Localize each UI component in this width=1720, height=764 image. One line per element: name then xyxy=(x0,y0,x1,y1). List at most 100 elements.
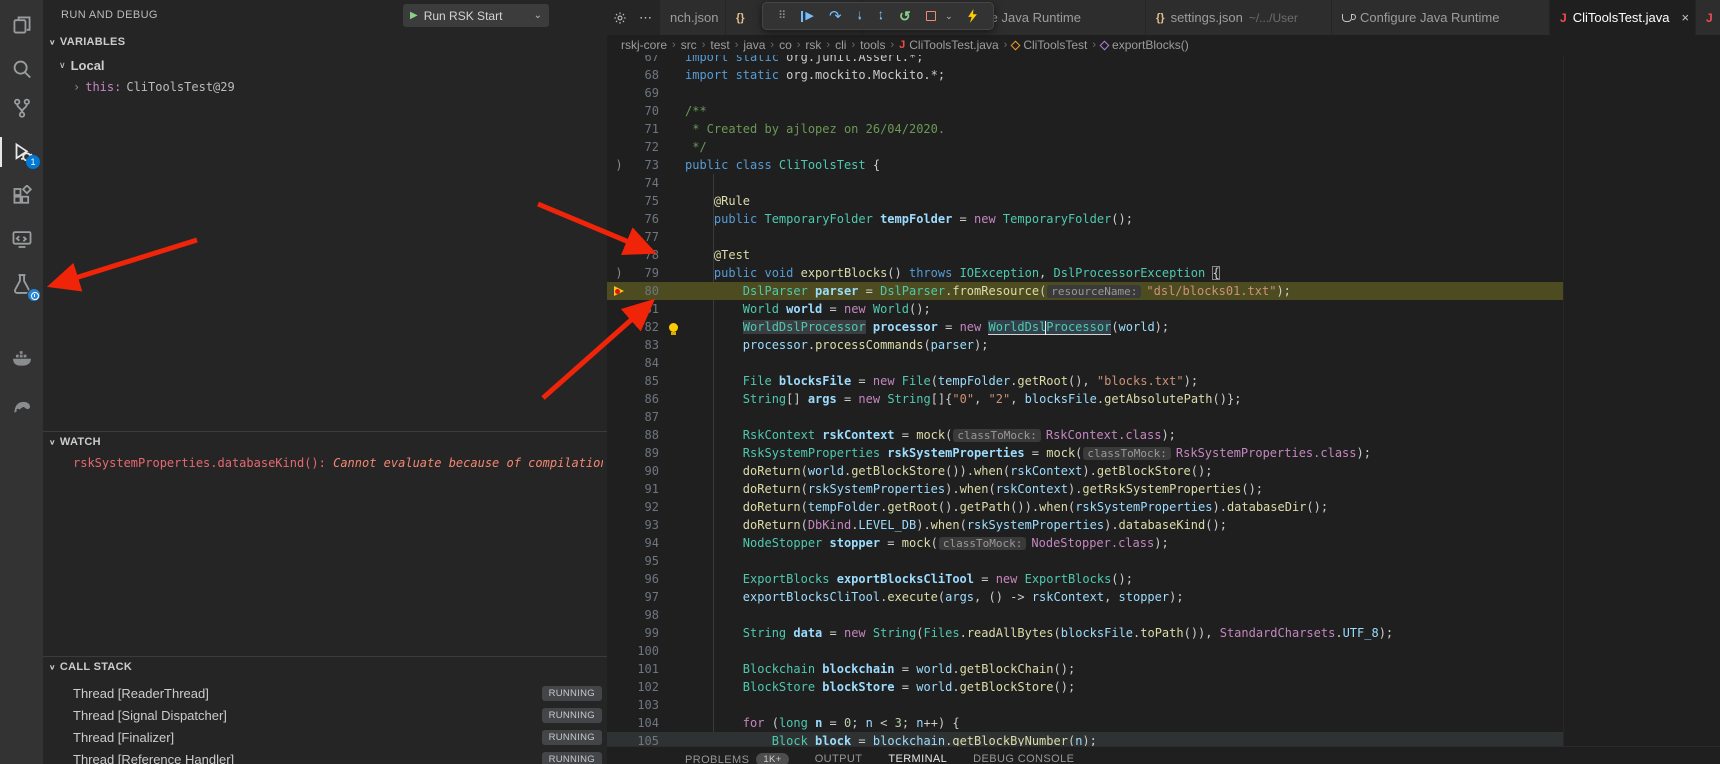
panel-tab-debug-console[interactable]: DEBUG CONSOLE xyxy=(973,753,1074,764)
line-number[interactable]: 77 xyxy=(631,228,659,246)
gutter-glyph[interactable] xyxy=(607,606,631,624)
line-number[interactable]: 71 xyxy=(631,120,659,138)
line-number[interactable]: 103 xyxy=(631,696,659,714)
breadcrumb-item[interactable]: rsk xyxy=(805,38,821,52)
line-number[interactable]: 76 xyxy=(631,210,659,228)
drag-handle[interactable]: ⠿ xyxy=(778,11,786,22)
activity-docker-icon[interactable] xyxy=(0,341,43,375)
line-number[interactable]: 97 xyxy=(631,588,659,606)
gear-icon[interactable] xyxy=(613,11,627,25)
panel-tab-problems[interactable]: PROBLEMS1K+ xyxy=(685,753,789,764)
code-line-80[interactable]: 80 DslParser parser = DslParser.fromReso… xyxy=(607,282,1563,300)
line-number[interactable]: 100 xyxy=(631,642,659,660)
gutter-glyph[interactable] xyxy=(607,390,631,408)
code-line-92[interactable]: 92 doReturn(tempFolder.getRoot().getPath… xyxy=(607,498,1563,516)
line-number[interactable]: 91 xyxy=(631,480,659,498)
gutter-glyph[interactable] xyxy=(607,318,631,336)
line-number[interactable]: 83 xyxy=(631,336,659,354)
activity-search-icon[interactable] xyxy=(0,52,43,86)
variable-this[interactable]: › this: CliToolsTest@29 xyxy=(73,80,235,94)
code-line-86[interactable]: 86 String[] args = new String[]{"0", "2"… xyxy=(607,390,1563,408)
gutter-glyph[interactable] xyxy=(607,120,631,138)
activity-gradle-icon[interactable] xyxy=(0,389,43,423)
step-into-button[interactable]: ↓• xyxy=(857,11,863,21)
line-number[interactable]: 89 xyxy=(631,444,659,462)
gutter-glyph[interactable] xyxy=(607,588,631,606)
line-number[interactable]: 94 xyxy=(631,534,659,552)
gutter-glyph[interactable] xyxy=(607,84,631,102)
gutter-glyph[interactable] xyxy=(607,642,631,660)
activity-source-control-icon[interactable] xyxy=(0,91,43,125)
line-number[interactable]: 96 xyxy=(631,570,659,588)
line-number[interactable]: 87 xyxy=(631,408,659,426)
gutter-glyph[interactable] xyxy=(607,300,631,318)
code-line-73[interactable]: )73public class CliToolsTest { xyxy=(607,156,1563,174)
line-number[interactable]: 105 xyxy=(631,732,659,746)
code-line-93[interactable]: 93 doReturn(DbKind.LEVEL_DB).when(rskSys… xyxy=(607,516,1563,534)
line-number[interactable]: 92 xyxy=(631,498,659,516)
gutter-glyph[interactable] xyxy=(607,55,631,66)
code-line-103[interactable]: 103 xyxy=(607,696,1563,714)
code-line-75[interactable]: 75 @Rule xyxy=(607,192,1563,210)
activity-testing-icon[interactable] xyxy=(0,267,43,301)
call-stack-thread[interactable]: Thread [ReaderThread]RUNNING xyxy=(43,682,607,704)
code-line-78[interactable]: 78 @Test xyxy=(607,246,1563,264)
gutter-glyph[interactable] xyxy=(607,246,631,264)
code-line-71[interactable]: 71 * Created by ajlopez on 26/04/2020. xyxy=(607,120,1563,138)
step-over-button[interactable]: ↷ xyxy=(829,9,842,24)
continue-button[interactable]: ▶ xyxy=(801,11,813,22)
code-line-95[interactable]: 95 xyxy=(607,552,1563,570)
gutter-glyph[interactable] xyxy=(607,498,631,516)
line-number[interactable]: 85 xyxy=(631,372,659,390)
breadcrumb-item[interactable]: co xyxy=(779,38,792,52)
breadcrumb-item[interactable]: exportBlocks() xyxy=(1101,38,1189,52)
line-number[interactable]: 68 xyxy=(631,66,659,84)
gutter-glyph[interactable] xyxy=(607,66,631,84)
code-line-68[interactable]: 68import static org.mockito.Mockito.*; xyxy=(607,66,1563,84)
gutter-glyph[interactable] xyxy=(607,714,631,732)
gutter-glyph[interactable] xyxy=(607,426,631,444)
call-stack-thread[interactable]: Thread [Reference Handler]RUNNING xyxy=(43,748,607,764)
line-number[interactable]: 73 xyxy=(631,156,659,174)
code-line-104[interactable]: 104 for (long n = 0; n < 3; n++) { xyxy=(607,714,1563,732)
code-line-69[interactable]: 69 xyxy=(607,84,1563,102)
code-line-98[interactable]: 98 xyxy=(607,606,1563,624)
gutter-glyph[interactable] xyxy=(607,138,631,156)
call-stack-section-header[interactable]: ∨ CALL STACK xyxy=(43,661,607,673)
variables-scope-local[interactable]: ∨ Local xyxy=(59,58,105,73)
gutter-glyph[interactable] xyxy=(607,210,631,228)
call-stack-thread[interactable]: Thread [Finalizer]RUNNING xyxy=(43,726,607,748)
gutter-glyph[interactable] xyxy=(607,102,631,120)
line-number[interactable]: 80 xyxy=(631,282,659,300)
line-number[interactable]: 78 xyxy=(631,246,659,264)
watch-section-header[interactable]: ∨ WATCH xyxy=(43,436,607,448)
code-line-102[interactable]: 102 BlockStore blockStore = world.getBlo… xyxy=(607,678,1563,696)
gutter-glyph[interactable] xyxy=(607,354,631,372)
gutter-glyph[interactable] xyxy=(607,174,631,192)
gutter-glyph[interactable] xyxy=(607,624,631,642)
fold-icon[interactable]: ) xyxy=(615,156,622,174)
more-actions-icon[interactable]: ⋯ xyxy=(639,10,652,26)
breadcrumb-item[interactable]: java xyxy=(743,38,765,52)
gutter-glyph[interactable]: ) xyxy=(607,264,631,282)
activity-remote-explorer-icon[interactable] xyxy=(0,222,43,256)
activity-files-icon[interactable] xyxy=(0,8,43,42)
tab-CliToolsTest.java[interactable]: JCliToolsTest.java× xyxy=(1550,0,1696,35)
breadcrumb-item[interactable]: test xyxy=(710,38,729,52)
code-line-100[interactable]: 100 xyxy=(607,642,1563,660)
gutter-glyph[interactable] xyxy=(607,570,631,588)
variables-section-header[interactable]: ∨ VARIABLES xyxy=(43,36,607,48)
gutter-glyph[interactable] xyxy=(607,282,631,300)
line-number[interactable]: 84 xyxy=(631,354,659,372)
chevron-down-icon[interactable]: ⌄ xyxy=(945,11,953,22)
line-number[interactable]: 67 xyxy=(631,55,659,66)
run-config-button[interactable]: ▶ Run RSK Start ⌄ xyxy=(403,4,549,27)
tab-partial[interactable]: J xyxy=(1696,0,1720,35)
line-number[interactable]: 72 xyxy=(631,138,659,156)
line-number[interactable]: 79 xyxy=(631,264,659,282)
code-line-72[interactable]: 72 */ xyxy=(607,138,1563,156)
code-line-99[interactable]: 99 String data = new String(Files.readAl… xyxy=(607,624,1563,642)
gutter-glyph[interactable] xyxy=(607,372,631,390)
code-line-84[interactable]: 84 xyxy=(607,354,1563,372)
lightbulb-icon[interactable] xyxy=(669,323,678,332)
